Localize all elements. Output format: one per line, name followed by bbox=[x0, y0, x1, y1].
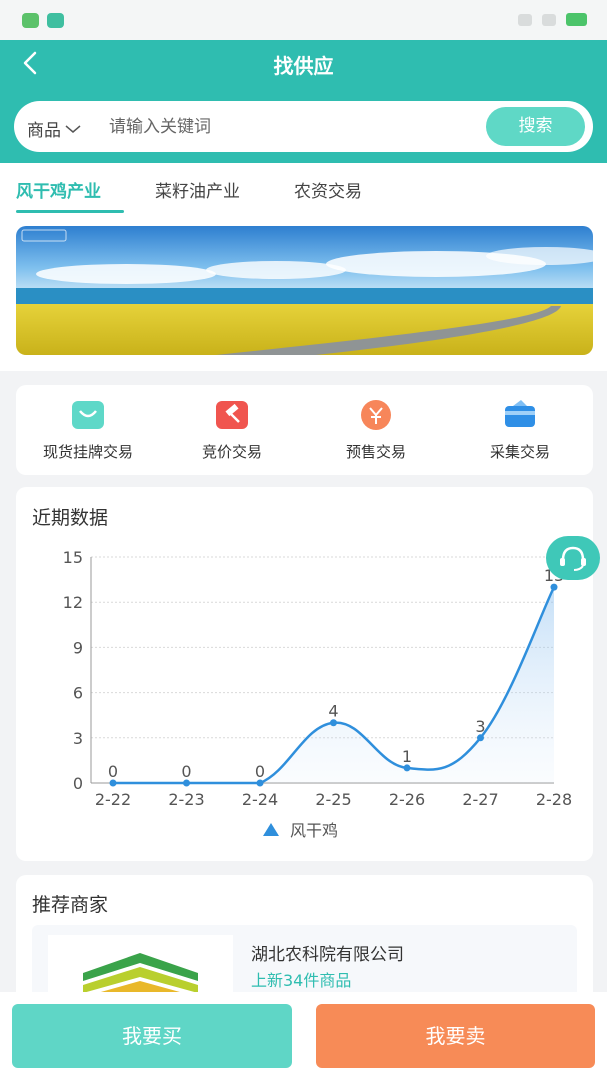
active-tab-indicator bbox=[16, 210, 124, 213]
merchant-name: 湖北农科院有限公司 bbox=[251, 945, 404, 965]
bottom-action-bar: 我要买 我要卖 bbox=[0, 992, 607, 1080]
data-label: 4 bbox=[328, 702, 338, 721]
data-label: 1 bbox=[402, 747, 412, 766]
service-label: 采集交易 bbox=[489, 443, 550, 461]
legend-marker-icon bbox=[263, 823, 279, 836]
gavel-icon bbox=[216, 401, 248, 429]
y-tick-label: 6 bbox=[73, 684, 83, 703]
status-bar bbox=[0, 0, 607, 40]
app-notification-icon bbox=[47, 13, 64, 28]
basket-icon bbox=[72, 401, 104, 429]
data-label: 0 bbox=[108, 762, 118, 781]
x-tick-label: 2-22 bbox=[95, 790, 131, 809]
yen-icon bbox=[361, 400, 391, 430]
search-bar: 商品 搜索 bbox=[14, 101, 593, 152]
banner-image bbox=[16, 226, 593, 355]
search-category-select[interactable]: 商品 bbox=[27, 116, 81, 141]
line-chart: 0 3 6 9 12 15 2-22 2-23 2-24 2-25 2-26 2-27 2-28 0 0 0 4… bbox=[63, 548, 573, 840]
service-label: 预售交易 bbox=[345, 443, 406, 461]
service-spot-listing[interactable]: 现货挂牌交易 bbox=[16, 397, 160, 462]
promo-banner[interactable] bbox=[16, 226, 593, 355]
merchants-title: 推荐商家 bbox=[32, 894, 109, 916]
x-tick-label: 2-27 bbox=[462, 790, 498, 809]
signal-icon bbox=[518, 13, 533, 26]
x-tick-label: 2-26 bbox=[389, 790, 425, 809]
service-auction[interactable]: 竞价交易 bbox=[160, 397, 304, 462]
card-icon bbox=[505, 400, 535, 427]
x-tick-label: 2-23 bbox=[168, 790, 204, 809]
data-label: 3 bbox=[475, 717, 485, 736]
x-tick-label: 2-28 bbox=[536, 790, 572, 809]
series-area-fill bbox=[113, 587, 554, 783]
sell-button[interactable]: 我要卖 bbox=[316, 1004, 595, 1068]
y-tick-label: 3 bbox=[73, 729, 83, 748]
header-bar: 找供应 商品 搜索 bbox=[0, 0, 607, 163]
trade-services: 现货挂牌交易 竞价交易 预售交易 采集交易 bbox=[16, 385, 593, 475]
page-title: 找供应 bbox=[273, 54, 334, 78]
recent-data-card: 近期数据 0 3 6 9 12 15 2-22 2-23 2-24 2-25 2-26 2-27 2-2… bbox=[16, 487, 593, 861]
legend-label: 风干鸡 bbox=[290, 821, 338, 840]
y-tick-label: 15 bbox=[63, 548, 83, 567]
merchant-new-items: 上新34件商品 bbox=[251, 971, 352, 990]
app-notification-icon bbox=[22, 13, 39, 28]
y-tick-label: 9 bbox=[73, 638, 83, 657]
banner-section bbox=[0, 221, 607, 371]
x-tick-label: 2-24 bbox=[242, 790, 278, 809]
x-tick-label: 2-25 bbox=[315, 790, 351, 809]
data-label: 0 bbox=[181, 762, 191, 781]
data-label: 0 bbox=[255, 762, 265, 781]
tab-agri-supplies[interactable]: 农资交易 bbox=[294, 177, 362, 202]
category-tabs: 风干鸡产业 菜籽油产业 农资交易 bbox=[0, 163, 607, 221]
search-category-label: 商品 bbox=[27, 121, 61, 141]
service-label: 竞价交易 bbox=[201, 443, 262, 461]
battery-icon bbox=[566, 13, 587, 26]
customer-service-icon[interactable] bbox=[546, 536, 600, 580]
search-button[interactable]: 搜索 bbox=[486, 107, 585, 146]
service-label: 现货挂牌交易 bbox=[42, 443, 133, 461]
tab-rapeseed-oil[interactable]: 菜籽油产业 bbox=[155, 177, 240, 202]
service-presale[interactable]: 预售交易 bbox=[304, 397, 448, 462]
y-tick-label: 12 bbox=[63, 593, 83, 612]
buy-button[interactable]: 我要买 bbox=[12, 1004, 292, 1068]
chevron-down-icon bbox=[65, 124, 81, 133]
search-input[interactable] bbox=[109, 111, 469, 143]
y-tick-label: 0 bbox=[73, 774, 83, 793]
tab-dried-chicken[interactable]: 风干鸡产业 bbox=[16, 177, 101, 202]
wifi-icon bbox=[542, 13, 557, 26]
service-collection[interactable]: 采集交易 bbox=[448, 397, 592, 462]
